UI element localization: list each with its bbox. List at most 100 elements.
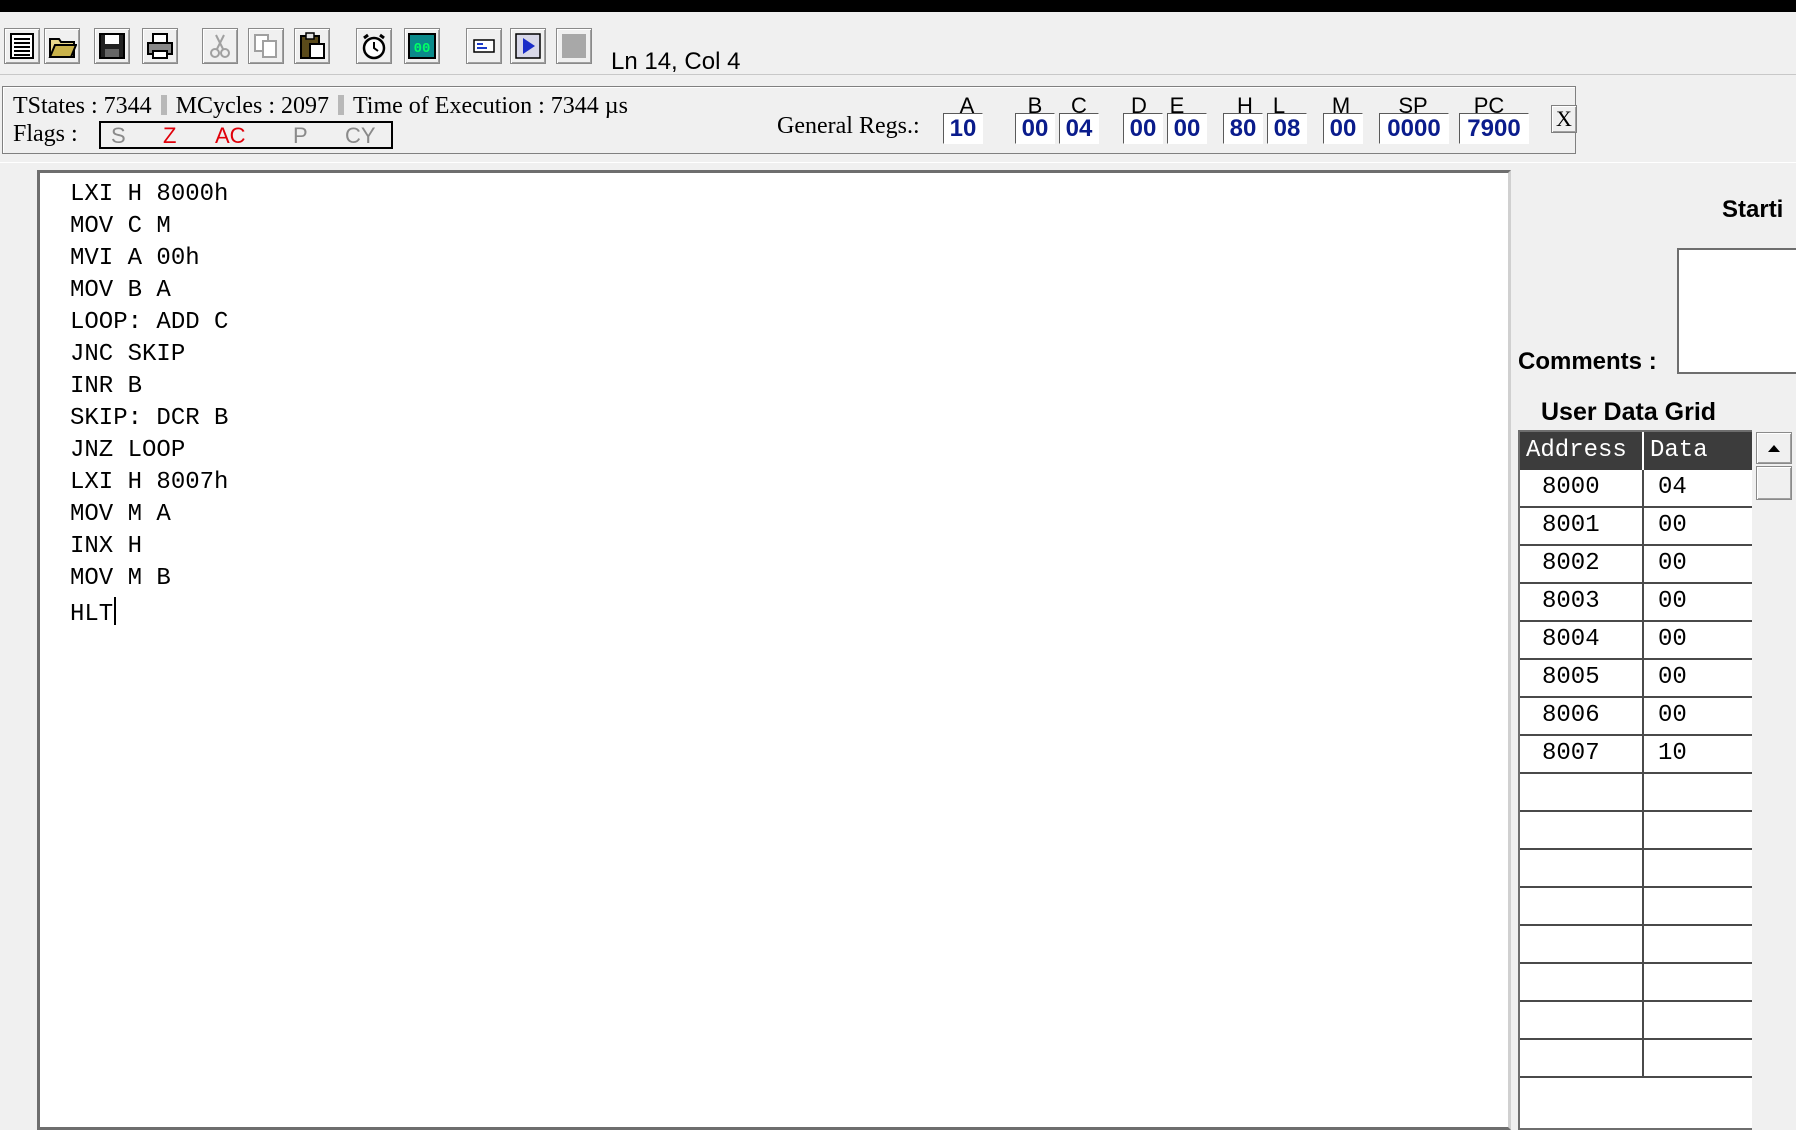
reg-d-value: 00 [1123,113,1163,144]
data-cell[interactable]: 00 [1644,698,1754,734]
table-row[interactable] [1520,1040,1754,1078]
scroll-thumb[interactable] [1756,466,1792,500]
open-folder-button[interactable] [44,28,80,64]
table-row[interactable] [1520,964,1754,1002]
reg-pc-value: 7900 [1459,113,1529,144]
reg-h-value: 80 [1223,113,1263,144]
address-cell[interactable]: 8005 [1520,660,1644,696]
column-header-data[interactable]: Data [1644,432,1754,470]
step-button[interactable] [466,28,502,64]
run-button[interactable] [510,28,546,64]
address-cell[interactable] [1520,1002,1644,1038]
address-cell[interactable] [1520,1040,1644,1076]
reg-m-value: 00 [1323,113,1363,144]
data-cell[interactable] [1644,888,1754,924]
stop-button[interactable] [556,28,592,64]
address-cell[interactable] [1520,888,1644,924]
data-cell[interactable]: 10 [1644,736,1754,772]
hex-display-icon: 00 [408,33,436,59]
table-row[interactable] [1520,888,1754,926]
grid-scrollbar[interactable] [1752,430,1796,1130]
data-cell[interactable] [1644,1002,1754,1038]
data-cell[interactable] [1644,850,1754,886]
table-row[interactable]: 8000 04 [1520,470,1754,508]
flags-display: S Z AC P CY [99,121,393,149]
data-cell[interactable]: 00 [1644,546,1754,582]
paste-button[interactable] [294,28,330,64]
table-row[interactable] [1520,774,1754,812]
reg-b-value: 00 [1015,113,1055,144]
data-cell[interactable]: 04 [1644,470,1754,506]
data-cell[interactable] [1644,774,1754,810]
mcycles-readout: MCycles : 2097 [175,93,329,119]
table-row[interactable] [1520,926,1754,964]
arrow-up-icon [1768,445,1780,452]
data-cell[interactable]: 00 [1644,508,1754,544]
address-cell[interactable] [1520,850,1644,886]
address-cell[interactable] [1520,812,1644,848]
flag-z: Z [163,123,177,148]
data-cell[interactable] [1644,812,1754,848]
alarm-clock-icon [362,33,386,60]
code-line: INR B [70,373,143,400]
copy-icon [254,34,277,58]
address-cell[interactable]: 8001 [1520,508,1644,544]
data-cell[interactable] [1644,964,1754,1000]
data-cell[interactable]: 00 [1644,622,1754,658]
hex-display-button[interactable]: 00 [404,28,440,64]
toolbar: 00 Ln 14, Col 4 [0,12,1796,75]
reg-e-value: 00 [1167,113,1207,144]
close-panel-button[interactable]: X [1551,105,1577,133]
address-cell[interactable]: 8004 [1520,622,1644,658]
floppy-disk-icon [99,33,125,59]
table-row[interactable]: 8004 00 [1520,622,1754,660]
table-row[interactable]: 8002 00 [1520,546,1754,584]
code-line: MOV C M [70,213,171,240]
cursor-position-status: Ln 14, Col 4 [611,48,741,75]
comments-field[interactable] [1677,248,1796,374]
address-cell[interactable]: 8007 [1520,736,1644,772]
copy-button[interactable] [248,28,284,64]
address-cell[interactable] [1520,926,1644,962]
table-row[interactable]: 8005 00 [1520,660,1754,698]
table-row[interactable]: 8001 00 [1520,508,1754,546]
reg-c-value: 04 [1059,113,1099,144]
table-row[interactable]: 8007 10 [1520,736,1754,774]
code-line: MOV M A [70,501,171,528]
address-cell[interactable] [1520,964,1644,1000]
address-cell[interactable]: 8003 [1520,584,1644,620]
table-row[interactable]: 8006 00 [1520,698,1754,736]
timer-button[interactable] [356,28,392,64]
data-cell[interactable]: 00 [1644,660,1754,696]
save-button[interactable] [94,28,130,64]
execution-time-readout: Time of Execution : 7344 µs [352,93,628,119]
address-cell[interactable]: 8002 [1520,546,1644,582]
table-row[interactable]: 8003 00 [1520,584,1754,622]
address-cell[interactable] [1520,774,1644,810]
code-line: JNC SKIP [70,341,186,368]
code-line: INX H [70,533,143,560]
table-row[interactable] [1520,850,1754,888]
table-row[interactable] [1520,812,1754,850]
flag-ac: AC [215,123,246,148]
cut-button[interactable] [202,28,238,64]
new-document-button[interactable] [4,28,40,64]
folder-icon [48,38,77,58]
data-cell[interactable]: 00 [1644,584,1754,620]
address-cell[interactable]: 8006 [1520,698,1644,734]
flag-cy: CY [345,123,376,148]
print-button[interactable] [142,28,178,64]
separator [337,95,344,115]
user-data-grid[interactable]: Address Data 8000 04 8001 00 8002 00 8003 00 800… [1518,430,1758,1130]
code-line: MOV M B [70,565,171,592]
address-cell[interactable]: 8000 [1520,470,1644,506]
execution-stats: TStates : 7344 MCycles : 2097 Time of Exec… [13,93,628,120]
table-row[interactable] [1520,1002,1754,1040]
scroll-up-button[interactable] [1756,432,1792,464]
code-line: LXI H 8007h [70,469,229,496]
column-header-address[interactable]: Address [1520,432,1644,470]
data-cell[interactable] [1644,1040,1754,1076]
general-regs-label: General Regs.: [777,113,920,139]
data-cell[interactable] [1644,926,1754,962]
code-editor[interactable]: LXI H 8000h MOV C M MVI A 00h MOV B A LO… [37,170,1511,1130]
